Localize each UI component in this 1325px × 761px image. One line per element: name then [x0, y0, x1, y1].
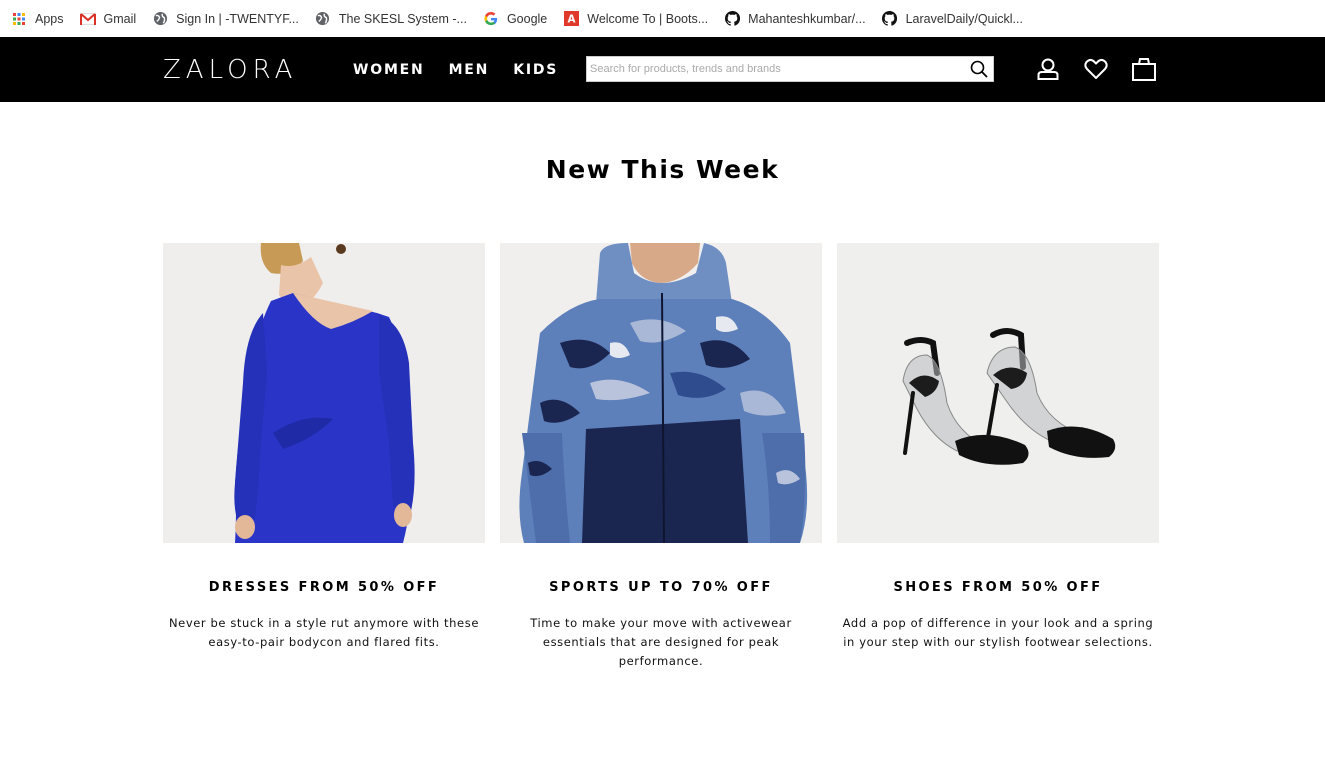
sports-jacket-model-image[interactable] [500, 243, 822, 543]
search-input[interactable] [587, 57, 957, 81]
bookmark-gmail[interactable]: Gmail [79, 11, 137, 27]
account-icon[interactable] [1035, 56, 1061, 82]
globe-icon [315, 11, 331, 27]
google-icon [483, 11, 499, 27]
search-icon[interactable] [969, 59, 989, 79]
promo-card-description: Time to make your move with activewear e… [530, 616, 792, 668]
promo-card-description: Never be stuck in a style rut anymore wi… [168, 616, 480, 649]
globe-icon [152, 11, 168, 27]
promo-card-dresses: DRESSES FROM 50% OFF Never be stuck in a… [163, 243, 485, 652]
svg-text:A: A [567, 14, 575, 26]
dress-model-image[interactable] [163, 243, 485, 543]
promo-card-shoes: SHOES FROM 50% OFF Add a pop of differen… [837, 243, 1159, 652]
heels-product-image[interactable] [837, 243, 1159, 543]
bookmark-signin[interactable]: Sign In | -TWENTYF... [152, 11, 299, 27]
bookmark-label: Mahanteshkumbar/... [748, 11, 866, 26]
bootsnipp-icon: A [563, 11, 579, 27]
bookmark-label: The SKESL System -... [338, 11, 467, 26]
promo-card-title[interactable]: SHOES FROM 50% OFF [837, 579, 1159, 597]
bookmark-label: Sign In | -TWENTYF... [176, 11, 299, 26]
promo-card-sports: SPORTS UP TO 70% OFF Time to make your m… [500, 243, 822, 671]
github-icon [882, 11, 898, 27]
bookmark-label: Apps [35, 11, 64, 26]
bookmark-google[interactable]: Google [483, 11, 547, 27]
bookmarks-bar: Apps Gmail Sign In | -TWENTYF... The SKE… [0, 0, 1325, 37]
page-title: New This Week [545, 155, 780, 184]
zalora-logo[interactable]: ZALORA [163, 55, 297, 85]
shopping-bag-icon[interactable] [1131, 56, 1157, 82]
gmail-icon [79, 11, 96, 27]
wishlist-heart-icon[interactable] [1083, 56, 1109, 82]
promo-card-description: Add a pop of difference in your look and… [842, 616, 1154, 649]
promo-card-title[interactable]: DRESSES FROM 50% OFF [163, 579, 485, 597]
promo-card-title[interactable]: SPORTS UP TO 70% OFF [500, 579, 822, 597]
nav-men[interactable]: MEN [449, 60, 490, 80]
apps-grid-icon [11, 11, 27, 27]
bookmark-label: Google [506, 11, 548, 26]
bookmark-github-laraveldaily[interactable]: LaravelDaily/Quickl... [882, 11, 1023, 27]
bookmark-bootsnipp[interactable]: A Welcome To | Boots... [563, 11, 708, 27]
bookmark-apps[interactable]: Apps [11, 11, 64, 27]
bookmark-github-mahantesh[interactable]: Mahanteshkumbar/... [724, 11, 866, 27]
nav-women[interactable]: WOMEN [353, 60, 425, 80]
nav-kids[interactable]: KIDS [513, 60, 558, 80]
bookmark-skesl[interactable]: The SKESL System -... [315, 11, 467, 27]
main-nav: WOMEN MEN KIDS [353, 60, 582, 80]
github-icon [724, 11, 740, 27]
search-box [586, 56, 994, 82]
bookmark-label: Welcome To | Boots... [587, 11, 709, 26]
site-header: ZALORA WOMEN MEN KIDS [0, 37, 1325, 102]
bookmark-label: Gmail [103, 11, 137, 26]
bookmark-label: LaravelDaily/Quickl... [905, 11, 1023, 26]
